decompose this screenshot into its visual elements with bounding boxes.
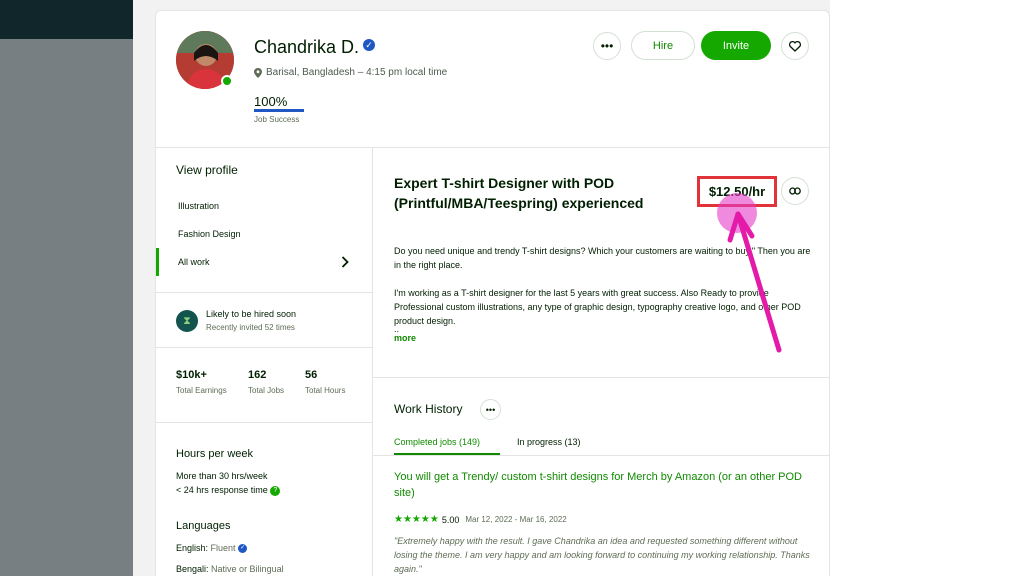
job-rating-value: 5.00 [441,514,460,525]
work-history-options-button[interactable]: ••• [480,399,501,420]
active-indicator [156,248,159,276]
profile-description-p1: Do you need unique and trendy T-shirt de… [394,246,811,270]
copy-link-button[interactable] [781,177,809,205]
section-divider [373,377,829,378]
background-left-panel [0,0,133,576]
client-review: "Extremely happy with the result. I gave… [394,536,810,574]
column-divider [372,148,373,576]
hours-per-week-title: Hours per week [176,448,254,460]
tabs-divider [373,455,829,456]
hours-per-week-value: More than 30 hrs/week [176,471,268,481]
work-history-title: Work History [394,402,463,416]
hire-button[interactable]: Hire [631,31,695,60]
tab-completed-jobs[interactable]: Completed jobs (149) [394,437,480,447]
sidebar-item-all-work[interactable]: All work [178,257,210,267]
profile-card: Chandrika D. ✓ Barisal, Bangladesh – 4:1… [155,10,830,576]
sidebar-divider [156,292,372,293]
job-rating-row: ★★★★★ 5.00 Mar 12, 2022 - Mar 16, 2022 [394,514,567,525]
background-right-panel [830,0,1024,576]
likely-hired-subtitle: Recently invited 52 times [206,323,295,332]
stat-total-earnings-value: $10k+ [176,369,207,381]
hourglass-icon: ⧗ [176,310,198,332]
sidebar-item-fashion-design[interactable]: Fashion Design [178,229,241,239]
location-text: Barisal, Bangladesh – 4:15 pm local time [266,67,448,78]
language-name: Bengali: [176,564,209,574]
stat-total-jobs-label: Total Jobs [248,386,285,395]
heart-icon [789,40,801,52]
language-name: English: [176,543,209,553]
stat-total-jobs-value: 162 [248,369,267,381]
likely-hired-title: Likely to be hired soon [206,309,297,319]
cursor-highlight [717,193,757,233]
response-time-text: < 24 hrs response time [176,485,268,495]
more-options-button[interactable]: ••• [593,32,621,60]
online-status-indicator [221,75,233,87]
location-row: Barisal, Bangladesh – 4:15 pm local time [254,67,447,78]
save-favorite-button[interactable] [781,32,809,60]
more-link[interactable]: more [394,333,416,343]
job-success-value: 100% [254,94,288,109]
languages-title: Languages [176,520,231,532]
language-level: Native or Bilingual [211,564,284,574]
language-row-bengali: Bengali: Native or Bilingual [176,564,284,574]
job-title-link[interactable]: You will get a Trendy/ custom t-shirt de… [394,469,812,501]
view-profile-heading: View profile [176,163,238,177]
profile-page: Chandrika D. ✓ Barisal, Bangladesh – 4:1… [133,0,830,576]
verified-icon: ✓ [238,544,248,554]
language-level: Fluent [210,543,236,553]
sidebar-item-illustration[interactable]: Illustration [178,201,219,211]
tab-in-progress[interactable]: In progress (13) [517,437,581,447]
sidebar-divider [156,347,372,348]
profile-headline: Expert T-shirt Designer with POD (Printf… [394,175,644,211]
star-rating-icons: ★★★★★ [394,514,439,525]
verified-icon: ✓ [363,39,375,51]
link-icon [789,187,801,195]
stat-total-hours-label: Total Hours [305,386,346,395]
stat-total-earnings-label: Total Earnings [176,386,227,395]
invite-button[interactable]: Invite [701,31,771,60]
freelancer-name: Chandrika D. [254,37,360,57]
sidebar-divider [156,422,372,423]
job-success-label: Job Success [254,115,300,124]
location-pin-icon [254,67,262,78]
job-success-bar [254,109,304,112]
profile-description-ellipsis: .. [394,324,400,334]
header-divider [156,147,829,148]
stat-total-hours-value: 56 [305,369,318,381]
response-time-row: < 24 hrs response time ? [176,485,281,496]
background-dark-header [0,0,133,39]
chevron-right-icon[interactable] [341,256,349,271]
help-icon[interactable]: ? [270,485,281,496]
language-row-english: English: Fluent ✓ [176,543,248,554]
job-dates: Mar 12, 2022 - Mar 16, 2022 [465,515,567,524]
